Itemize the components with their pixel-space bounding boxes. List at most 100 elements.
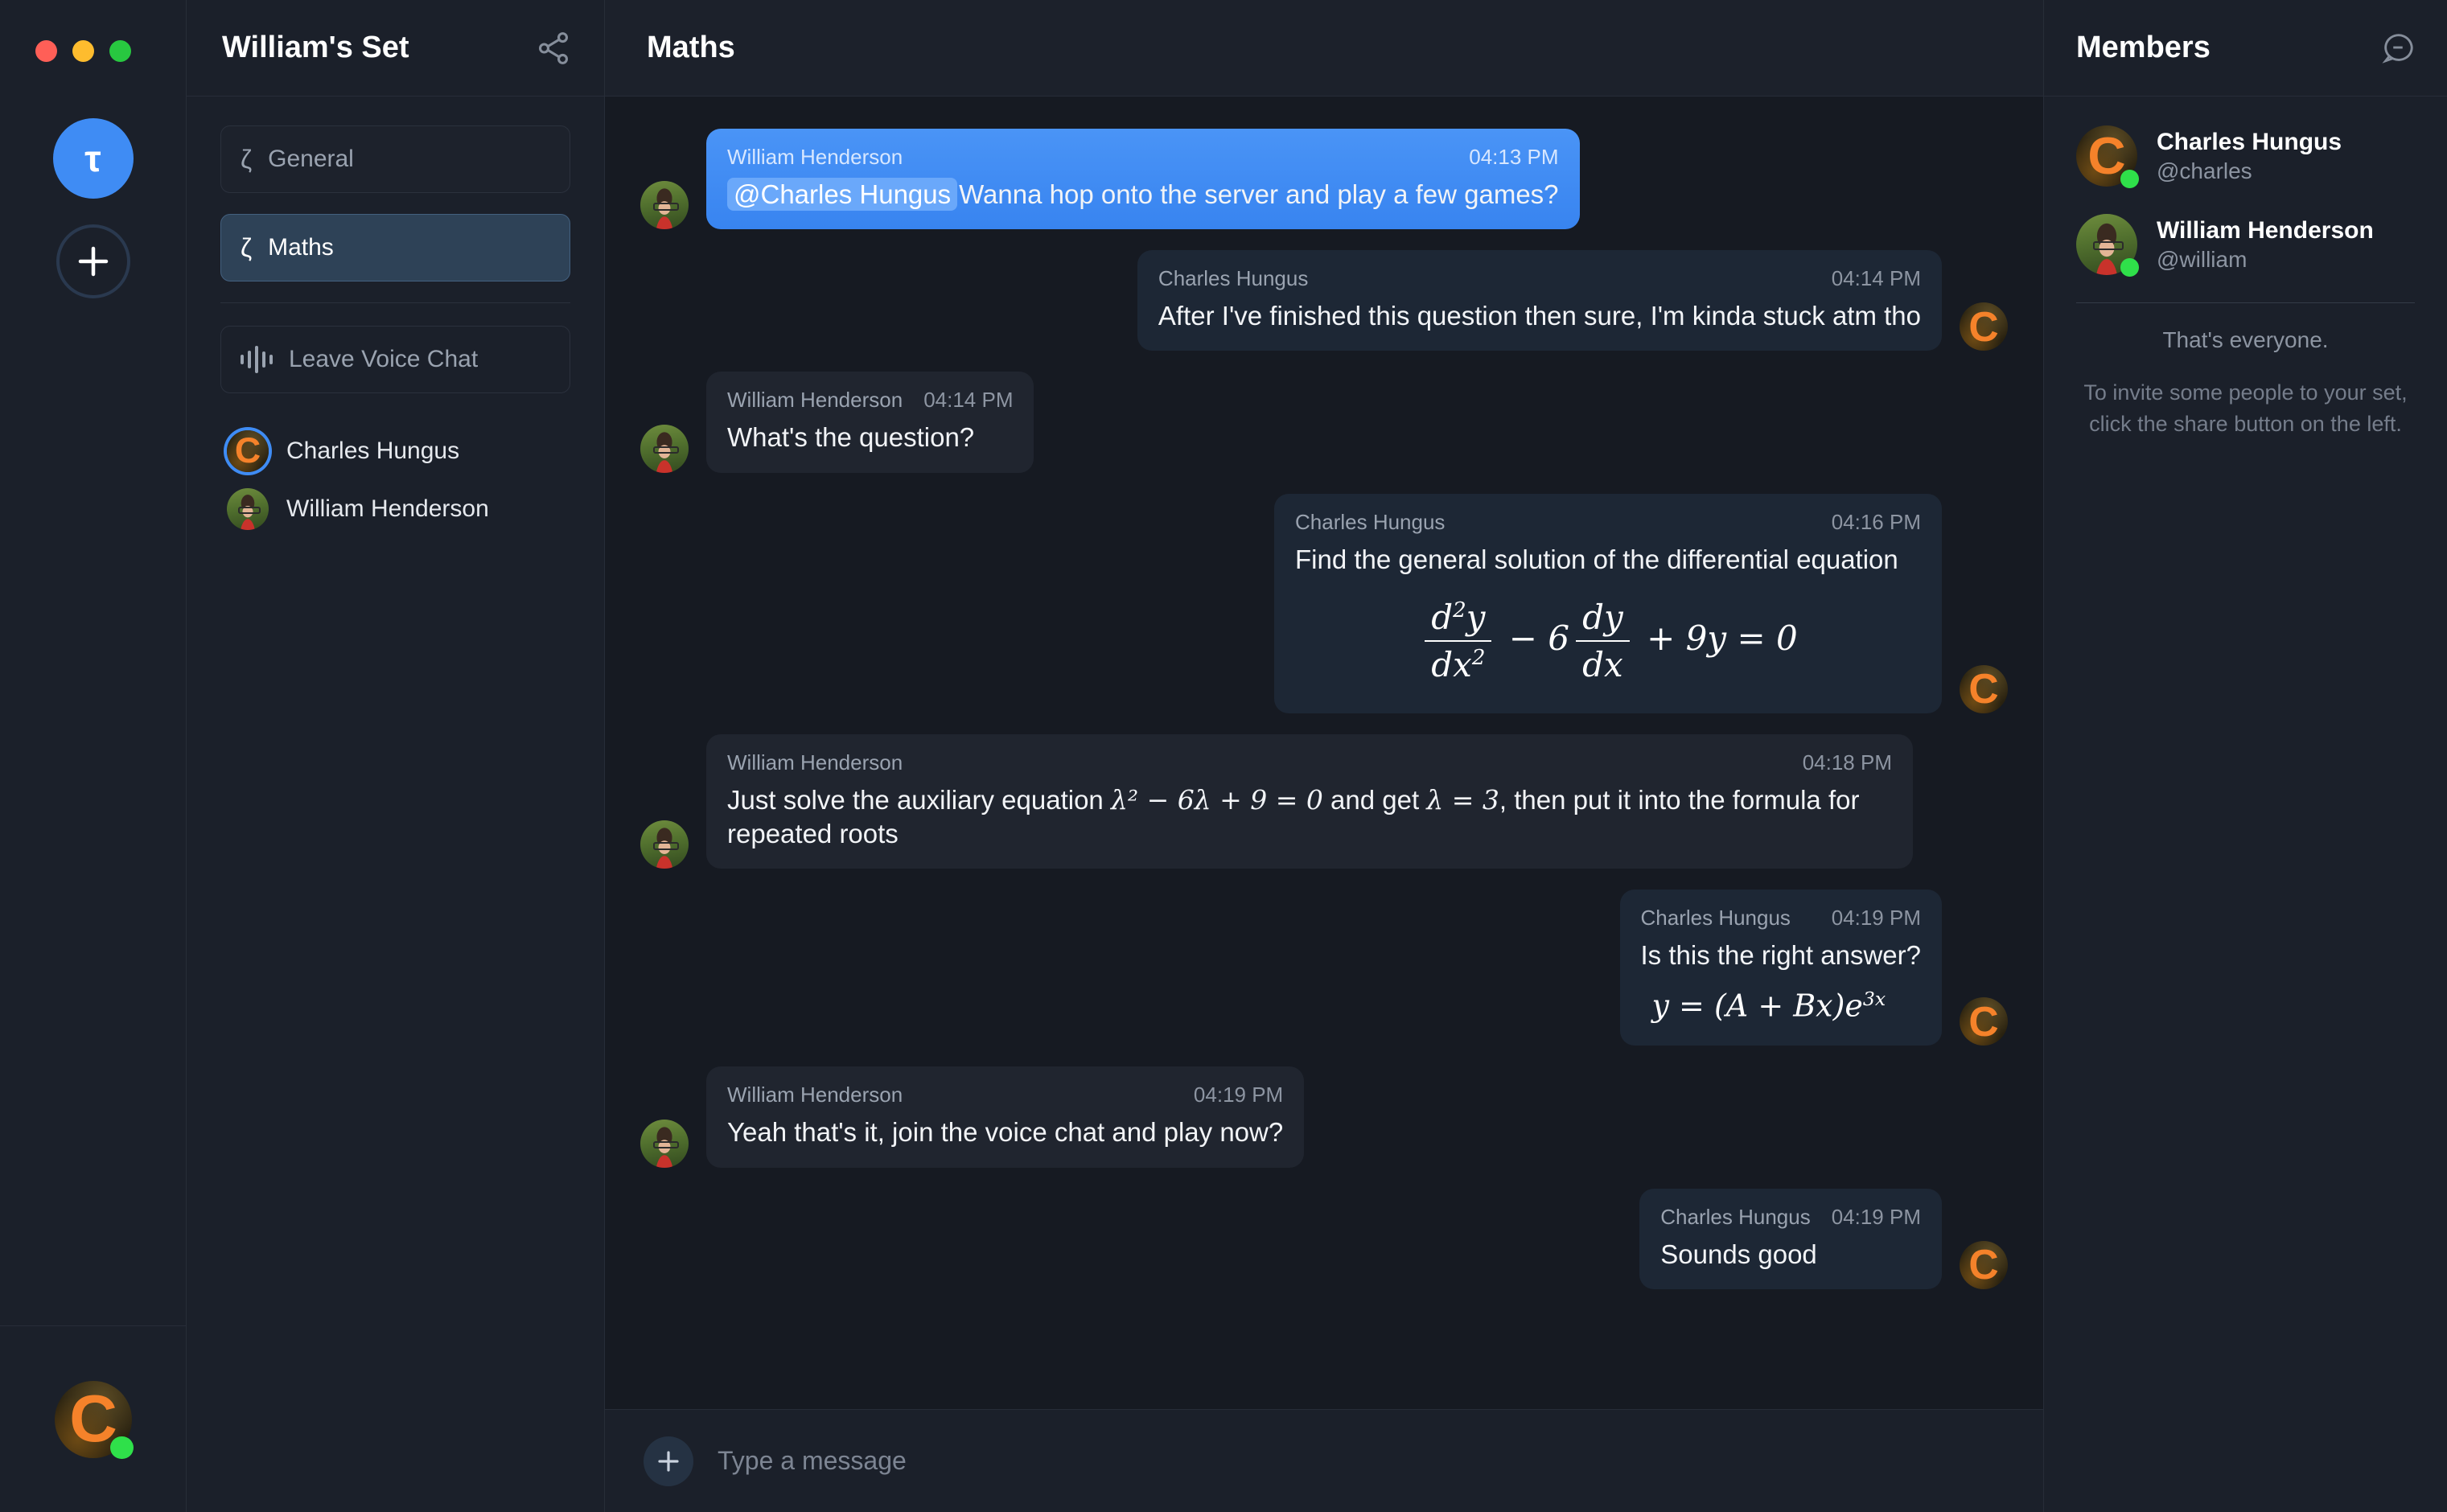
zoom-window-button[interactable]	[109, 40, 131, 62]
waveform-icon	[241, 346, 273, 373]
message-row: Charles Hungus 04:19 PM Sounds good	[640, 1188, 2008, 1289]
message-text: Is this the right answer?	[1640, 940, 1922, 971]
sidebar-content: ζ General ζ Maths Leave Voice Chat Charl…	[187, 97, 604, 538]
message-text: Find the general solution of the differe…	[1295, 544, 1898, 574]
avatar-image	[1960, 302, 2008, 351]
sidebar-item-label: Maths	[268, 234, 334, 261]
avatar-image	[1960, 1240, 2008, 1289]
avatar-image	[1960, 997, 2008, 1046]
message-row: Charles Hungus 04:16 PM Find the general…	[640, 493, 2008, 713]
member-handle: @charles	[2157, 158, 2252, 184]
message-row: William Henderson 04:14 PM What's the qu…	[640, 372, 2008, 473]
minimize-window-button[interactable]	[72, 40, 94, 62]
message-time: 04:18 PM	[1802, 750, 1892, 774]
message-time: 04:19 PM	[1831, 906, 1921, 931]
collapse-members-button[interactable]	[2379, 30, 2416, 67]
text-part: and get	[1322, 784, 1427, 815]
members-title: Members	[2076, 31, 2211, 64]
voice-participant-label: Charles Hungus	[286, 438, 460, 464]
message-author: Charles Hungus	[1660, 1204, 1811, 1229]
message-time: 04:14 PM	[923, 388, 1014, 413]
message-bubble[interactable]: William Henderson 04:14 PM What's the qu…	[706, 372, 1034, 473]
message-author: William Henderson	[727, 388, 903, 413]
message-meta: William Henderson 04:19 PM	[727, 1083, 1283, 1107]
member-item-charles[interactable]: Charles Hungus @charles	[2076, 125, 2415, 188]
invite-note: To invite some people to your set, click…	[2083, 380, 2408, 437]
avatar	[1960, 997, 2008, 1046]
member-info: William Henderson @william	[2157, 216, 2374, 274]
voice-participant-charles[interactable]: Charles Hungus	[220, 422, 570, 480]
close-window-button[interactable]	[35, 40, 57, 62]
current-user-area[interactable]	[0, 1325, 187, 1512]
sidebar-header: William's Set	[187, 0, 604, 97]
member-handle: @william	[2157, 247, 2248, 273]
server-icon-tau[interactable]: τ	[52, 118, 134, 199]
message-row: Charles Hungus 04:14 PM After I've finis…	[640, 250, 2008, 351]
everyone-note: That's everyone.	[2162, 327, 2329, 352]
sidebar-item-maths[interactable]: ζ Maths	[220, 214, 570, 281]
chat-minus-icon	[2382, 33, 2413, 64]
text-part: Just solve the auxiliary equation	[727, 784, 1111, 815]
status-online-dot	[110, 1436, 134, 1460]
message-time: 04:13 PM	[1469, 145, 1559, 169]
member-item-william[interactable]: William Henderson @william	[2076, 214, 2415, 277]
avatar	[227, 430, 269, 472]
sidebar-divider	[220, 302, 570, 303]
mention-pill[interactable]: @Charles Hungus	[727, 178, 958, 211]
leave-voice-chat-button[interactable]: Leave Voice Chat	[220, 326, 570, 393]
avatar-image	[227, 430, 269, 472]
chat-panel: Maths William Henderson 04:13 PM @Charle…	[605, 0, 2043, 1512]
status-online-dot	[2120, 257, 2139, 277]
members-header: Members	[2044, 0, 2447, 97]
message-composer	[605, 1409, 2043, 1512]
message-text: Sounds good	[1660, 1239, 1817, 1269]
plus-icon	[78, 246, 108, 277]
avatar	[640, 424, 689, 473]
inline-math-auxiliary: λ² − 6λ + 9 = 0	[1110, 783, 1323, 816]
message-bubble[interactable]: William Henderson 04:13 PM @Charles Hung…	[706, 129, 1580, 230]
voice-participant-william[interactable]: William Henderson	[220, 480, 570, 538]
add-server-button[interactable]	[56, 224, 130, 298]
attach-button[interactable]	[644, 1436, 693, 1486]
message-meta: William Henderson 04:14 PM	[727, 388, 1013, 413]
message-text: What's the question?	[727, 422, 975, 453]
avatar	[1960, 664, 2008, 713]
avatar	[1960, 302, 2008, 351]
message-meta: Charles Hungus 04:16 PM	[1295, 510, 1921, 535]
message-row: William Henderson 04:18 PM Just solve th…	[640, 733, 2008, 869]
avatar	[2076, 214, 2139, 277]
avatar-image	[640, 424, 689, 473]
avatar	[227, 488, 269, 530]
message-bubble[interactable]: Charles Hungus 04:16 PM Find the general…	[1274, 493, 1942, 713]
message-input[interactable]	[718, 1446, 2005, 1476]
channel-sidebar: William's Set ζ General ζ Maths Leave Vo…	[187, 0, 605, 1512]
avatar-image	[1960, 664, 2008, 713]
message-bubble[interactable]: William Henderson 04:19 PM Yeah that's i…	[706, 1066, 1305, 1168]
message-meta: Charles Hungus 04:19 PM	[1641, 906, 1922, 931]
inline-math-lambda: λ = 3	[1426, 783, 1499, 816]
page-title: Maths	[647, 31, 735, 64]
avatar[interactable]	[55, 1380, 134, 1460]
message-author: William Henderson	[727, 750, 903, 774]
avatar-image	[640, 1119, 689, 1168]
avatar	[1960, 1240, 2008, 1289]
member-info: Charles Hungus @charles	[2157, 127, 2342, 186]
avatar-image	[227, 488, 269, 530]
members-panel: Members Charles Hungus @charles	[2043, 0, 2447, 1512]
message-meta: Charles Hungus 04:19 PM	[1660, 1205, 1921, 1230]
message-bubble[interactable]: William Henderson 04:18 PM Just solve th…	[706, 733, 1913, 869]
server-initial: τ	[84, 138, 101, 179]
message-author: William Henderson	[727, 1083, 903, 1107]
member-name: William Henderson	[2157, 216, 2374, 244]
message-author: Charles Hungus	[1295, 509, 1446, 534]
sidebar-item-general[interactable]: ζ General	[220, 125, 570, 193]
avatar-image	[640, 820, 689, 869]
message-bubble[interactable]: Charles Hungus 04:19 PM Sounds good	[1639, 1188, 1942, 1289]
message-meta: William Henderson 04:18 PM	[727, 750, 1892, 775]
share-button[interactable]	[535, 30, 572, 67]
plus-icon	[658, 1450, 679, 1472]
message-bubble[interactable]: Charles Hungus 04:14 PM After I've finis…	[1137, 250, 1942, 351]
message-bubble[interactable]: Charles Hungus 04:19 PM Is this the righ…	[1619, 890, 1942, 1046]
traffic-lights	[35, 40, 131, 62]
message-text: Yeah that's it, join the voice chat and …	[727, 1117, 1284, 1148]
